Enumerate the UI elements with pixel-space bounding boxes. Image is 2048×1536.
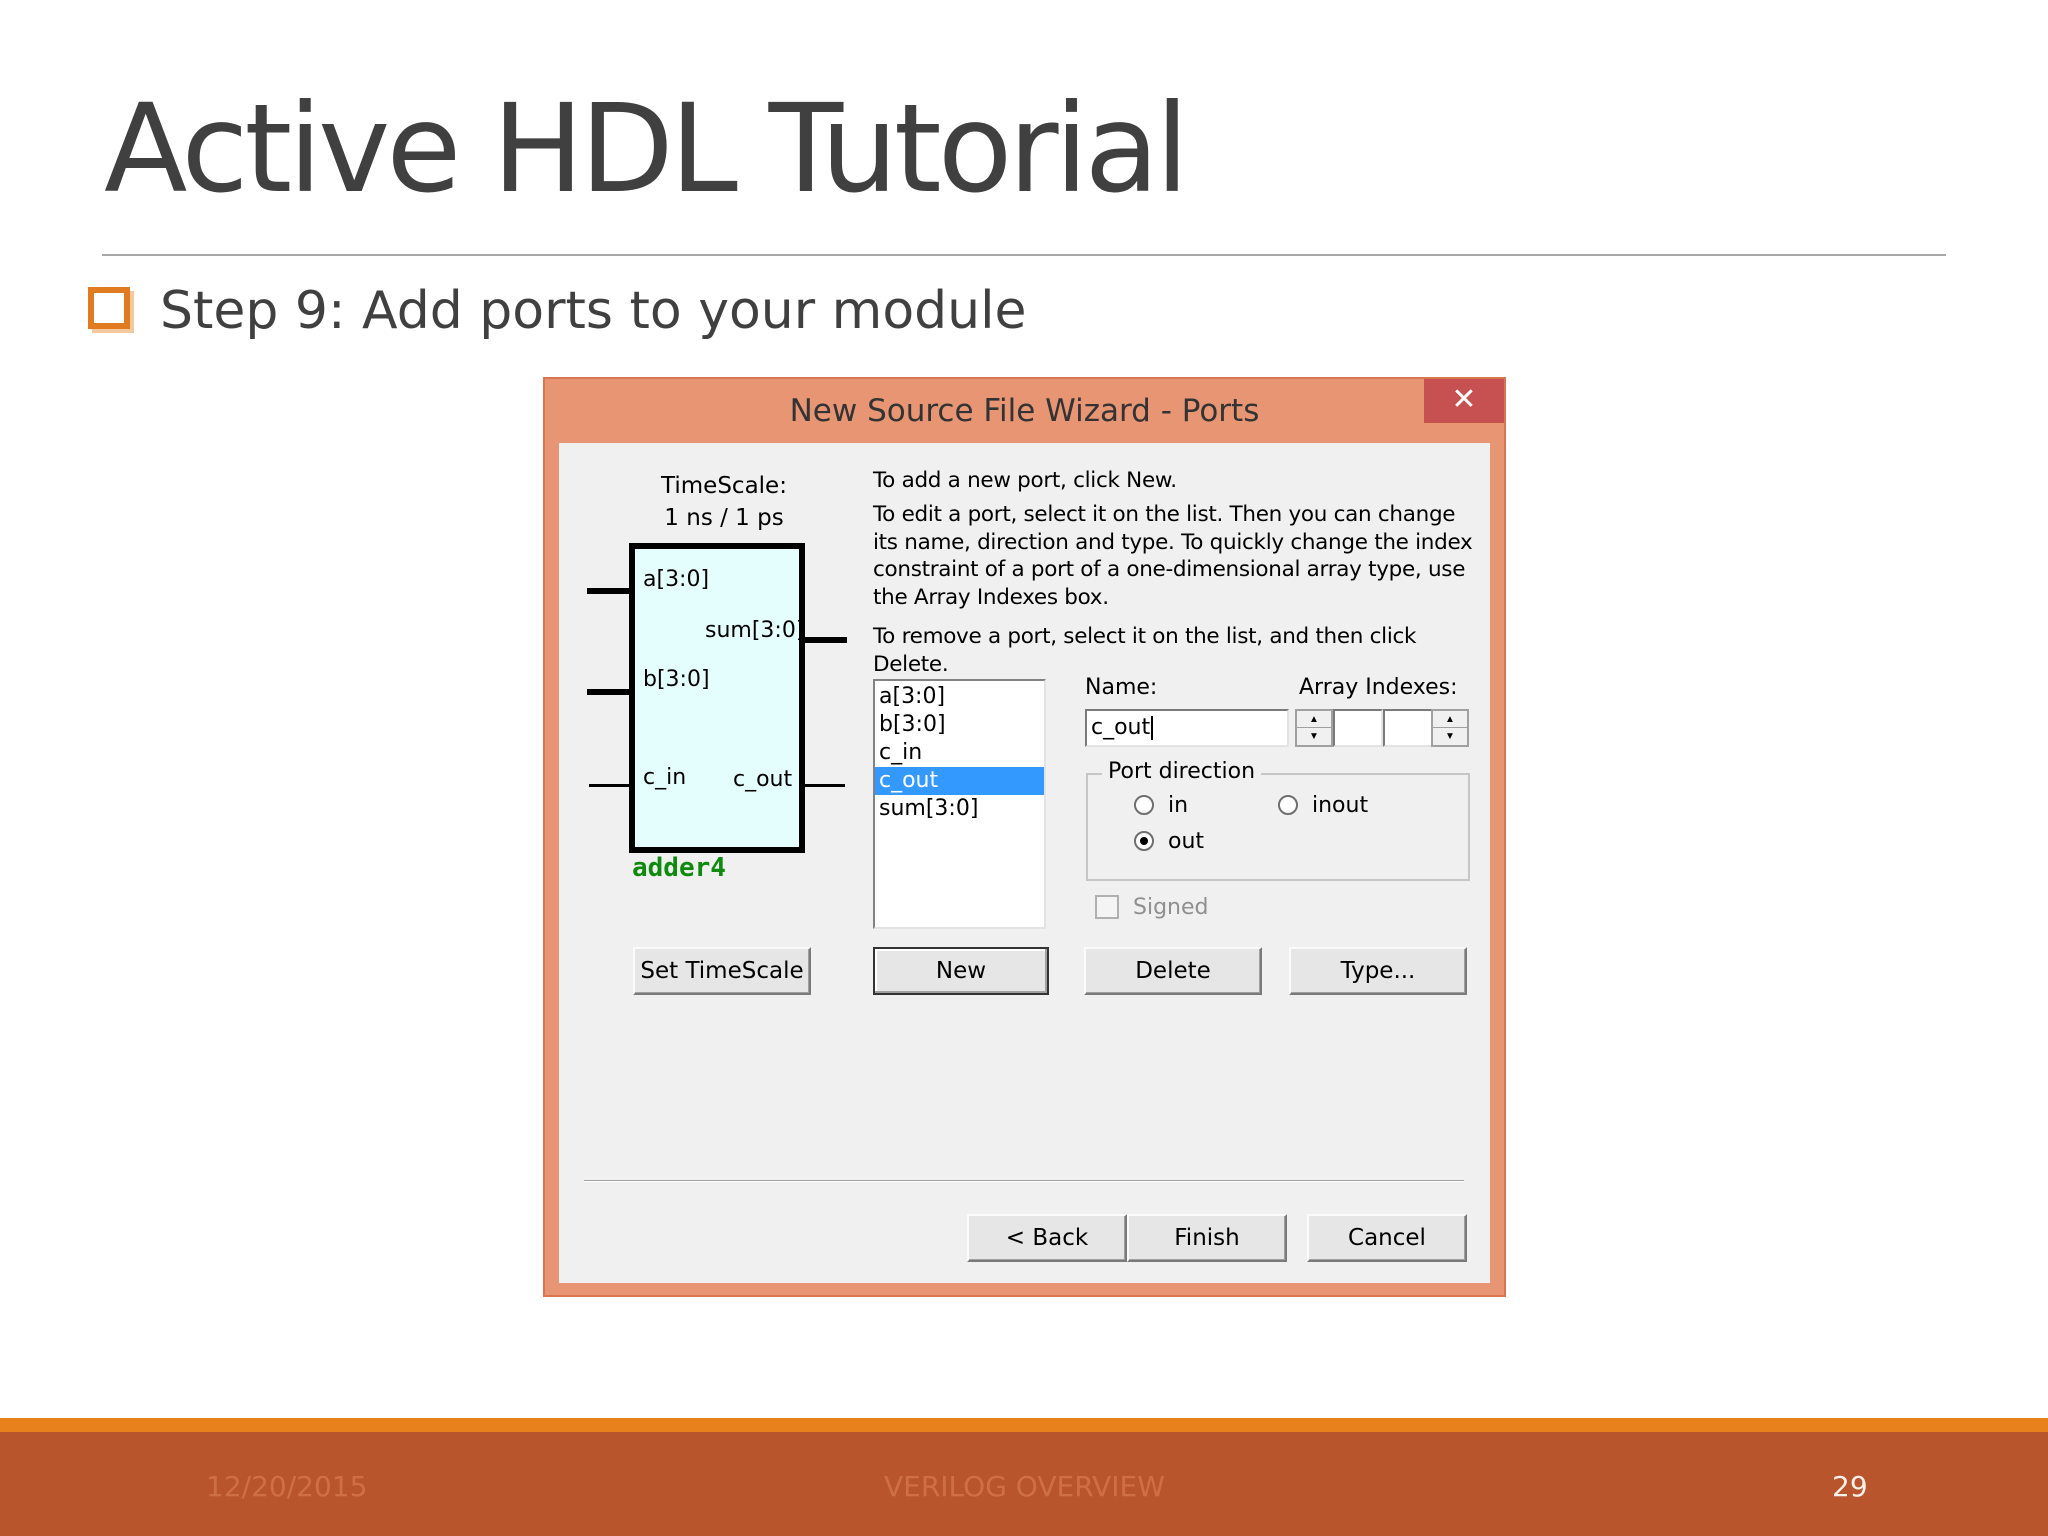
radio-in-label[interactable]: in: [1168, 793, 1188, 818]
step-text: Step 9: Add ports to your module: [160, 281, 1027, 341]
pin-sum-label: sum[3:0]: [705, 618, 805, 643]
back-button[interactable]: < Back: [967, 1214, 1127, 1262]
spin-up-icon[interactable]: ▲: [1433, 711, 1467, 728]
spin-up-icon[interactable]: ▲: [1297, 711, 1331, 728]
delete-button[interactable]: Delete: [1084, 947, 1262, 995]
timescale-value: 1 ns / 1 ps: [664, 505, 784, 531]
name-label: Name:: [1085, 675, 1158, 700]
radio-out[interactable]: [1134, 831, 1154, 851]
page-number: 29: [1832, 1470, 1868, 1503]
text-caret: [1151, 716, 1154, 740]
pin-c-in-line: [589, 784, 631, 787]
timescale-label: TimeScale:: [661, 473, 787, 499]
checkbox-bullet-icon: [88, 287, 130, 329]
port-list-item[interactable]: a[3:0]: [875, 683, 1044, 711]
instruction-add: To add a new port, click New.: [873, 468, 1177, 493]
footer-center-text: VERILOG OVERVIEW: [884, 1470, 1165, 1503]
finish-button[interactable]: Finish: [1127, 1214, 1287, 1262]
name-input[interactable]: c_out: [1085, 709, 1289, 747]
slide-title: Active HDL Tutorial: [104, 78, 1189, 220]
signed-label: Signed: [1133, 895, 1209, 920]
array-index-to-input[interactable]: [1383, 709, 1433, 747]
set-timescale-button[interactable]: Set TimeScale: [633, 947, 811, 995]
signed-checkbox[interactable]: [1095, 895, 1119, 919]
dialog-title: New Source File Wizard - Ports: [789, 393, 1260, 429]
footer-accent-stripe: [0, 1418, 2048, 1432]
array-index-from-input[interactable]: [1333, 709, 1383, 747]
title-divider: [102, 254, 1946, 256]
module-name: adder4: [632, 853, 726, 883]
pin-a-line: [587, 588, 633, 594]
radio-in[interactable]: [1134, 795, 1154, 815]
instruction-remove: To remove a port, select it on the list,…: [873, 624, 1417, 677]
pin-c-out-line: [803, 784, 845, 787]
array-index-from-spinner[interactable]: ▲ ▼: [1295, 709, 1333, 747]
port-list[interactable]: a[3:0] b[3:0] c_in c_out sum[3:0]: [873, 679, 1046, 929]
spin-down-icon[interactable]: ▼: [1433, 728, 1467, 745]
footer-separator: [584, 1180, 1464, 1182]
port-list-item-selected[interactable]: c_out: [875, 767, 1044, 795]
cancel-button[interactable]: Cancel: [1307, 1214, 1467, 1262]
port-list-item[interactable]: c_in: [875, 739, 1044, 767]
instruction-edit: To edit a port, select it on the list. T…: [873, 502, 1473, 610]
pin-c-in-label: c_in: [643, 765, 687, 790]
port-direction-group: Port direction in inout out: [1086, 759, 1470, 881]
port-direction-legend: Port direction: [1102, 759, 1262, 784]
array-index-to-spinner[interactable]: ▲ ▼: [1431, 709, 1469, 747]
port-list-item[interactable]: sum[3:0]: [875, 795, 1044, 823]
name-input-value: c_out: [1091, 715, 1151, 740]
dialog-client-area: TimeScale: 1 ns / 1 ps a[3:0] sum[3:0] b…: [559, 443, 1490, 1283]
footer-date: 12/20/2015: [206, 1470, 368, 1503]
new-button[interactable]: New: [873, 947, 1049, 995]
radio-out-label[interactable]: out: [1168, 829, 1204, 854]
wizard-dialog: New Source File Wizard - Ports ✕ TimeSca…: [543, 377, 1506, 1297]
pin-b-line: [587, 689, 633, 695]
radio-inout-label[interactable]: inout: [1312, 793, 1368, 818]
pin-sum-line: [803, 637, 847, 643]
pin-c-out-label: c_out: [733, 767, 793, 792]
array-indexes-label: Array Indexes:: [1299, 675, 1458, 700]
pin-a-label: a[3:0]: [643, 567, 710, 592]
radio-inout[interactable]: [1278, 795, 1298, 815]
spin-down-icon[interactable]: ▼: [1297, 728, 1331, 745]
type-button[interactable]: Type...: [1289, 947, 1467, 995]
pin-b-label: b[3:0]: [643, 667, 710, 692]
close-button[interactable]: ✕: [1424, 379, 1504, 423]
port-list-item[interactable]: b[3:0]: [875, 711, 1044, 739]
